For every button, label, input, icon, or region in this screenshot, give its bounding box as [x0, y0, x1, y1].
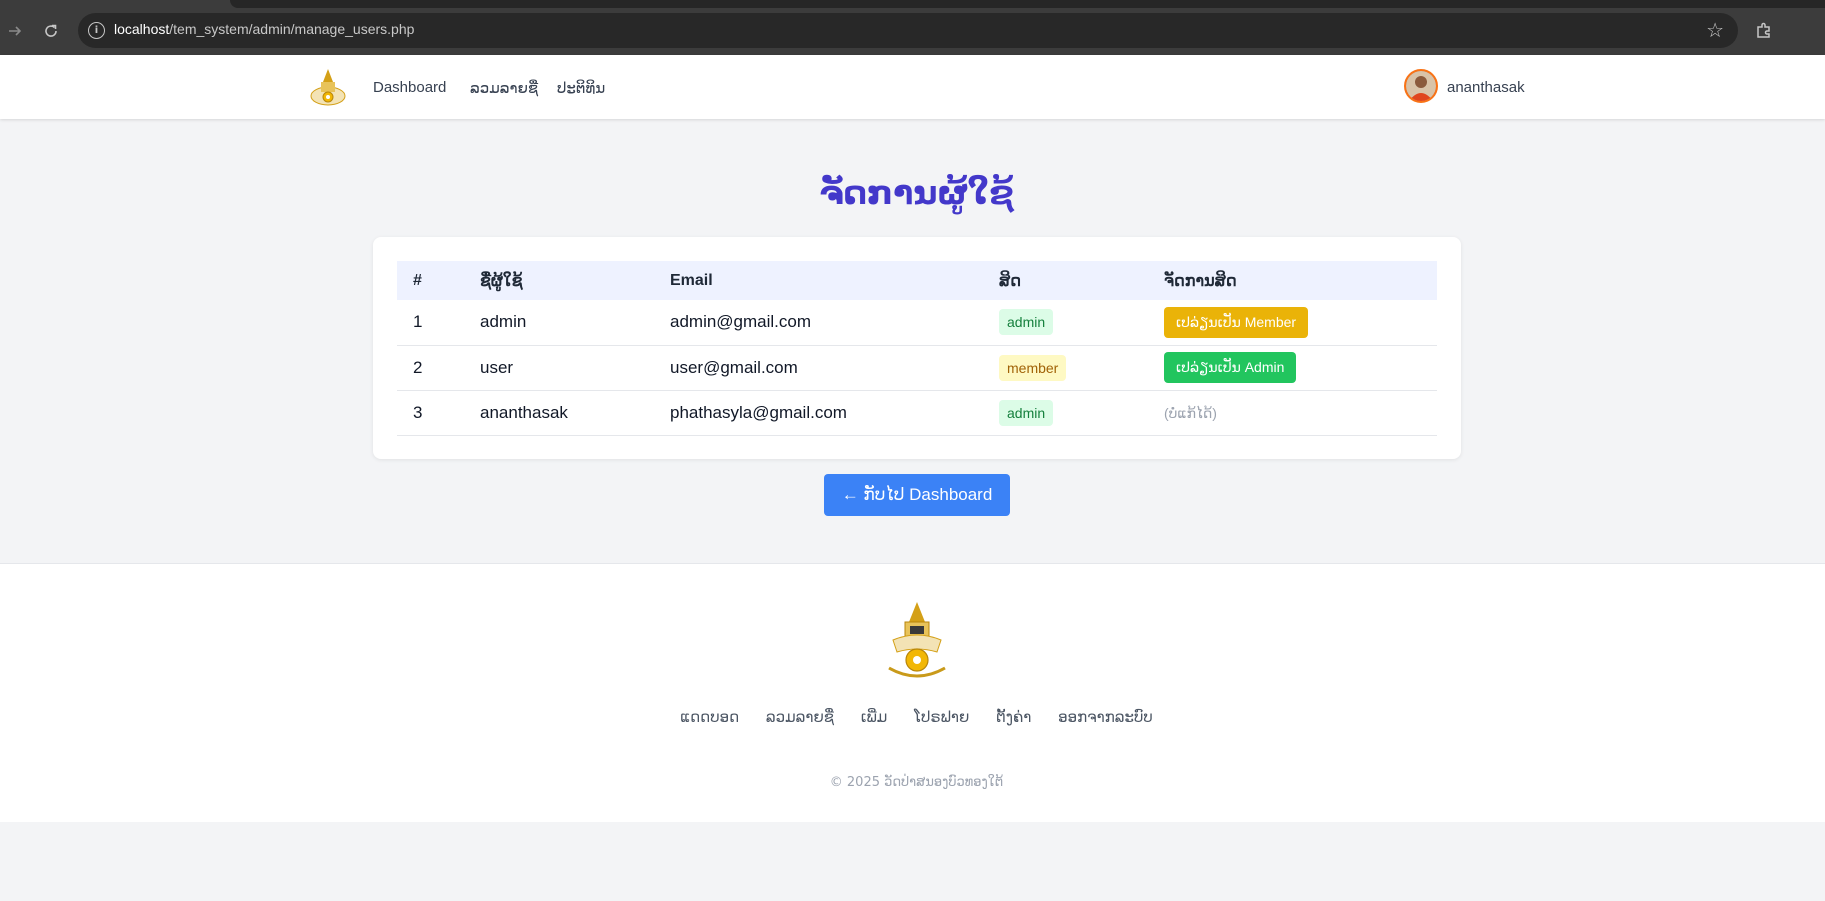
footer-logo — [883, 600, 951, 684]
users-table: # ຊື່ຜູ້ໃຊ້ Email ສິດ ຈັດການສິດ 1 admin … — [397, 261, 1437, 436]
nav-link-dashboard[interactable]: Dashboard — [373, 79, 446, 96]
footer-link-logout[interactable]: ອອກຈາກລະບົບ — [1058, 708, 1153, 726]
change-to-admin-button[interactable]: ເປລ່ຽນເປັນ Admin — [1164, 352, 1297, 383]
row-number: 2 — [413, 357, 423, 377]
nav-username[interactable]: ananthasak — [1447, 79, 1525, 96]
change-to-member-button[interactable]: ເປລ່ຽນເປັນ Member — [1164, 306, 1309, 338]
header-manage-role: ຈັດການສິດ — [1164, 272, 1237, 290]
role-badge: admin — [999, 399, 1054, 426]
role-badge: member — [999, 354, 1067, 381]
tab-strip — [230, 0, 1825, 8]
nav-link-list[interactable]: ລວມລາຍຊື່ — [470, 79, 538, 97]
row-number: 1 — [413, 312, 423, 332]
top-navbar: Dashboard ລວມລາຍຊື່ ປະຕິທິນ ananthasak — [0, 55, 1825, 119]
site-info-icon[interactable]: i — [88, 22, 105, 39]
row-action: ເປລ່ຽນເປັນ Admin — [1148, 345, 1437, 390]
row-role: admin — [983, 390, 1148, 435]
footer-link-list[interactable]: ລວມລາຍຊື່ — [766, 708, 834, 726]
row-username: admin — [480, 312, 527, 332]
header-email: Email — [670, 271, 713, 289]
footer-link-settings[interactable]: ຕັ້ງຄ່າ — [996, 708, 1031, 726]
not-editable-label: (ບໍ່ແກ້ໄດ້) — [1164, 404, 1217, 421]
table-row: 3 ananthasak phathasyla@gmail.com admin … — [397, 390, 1437, 435]
footer-links: ແດດບອດ ລວມລາຍຊື່ ເພີ່ມ ໂປຣຟາຍ ຕັ້ງຄ່າ ອອ… — [0, 708, 1825, 726]
site-logo[interactable] — [307, 66, 349, 108]
row-role: member — [983, 345, 1148, 390]
browser-chrome: i localhost/tem_system/admin/manage_user… — [0, 0, 1825, 55]
footer-link-dashboard[interactable]: ແດດບອດ — [680, 708, 739, 726]
extensions-icon[interactable] — [1753, 20, 1775, 42]
table-row: 1 admin admin@gmail.com admin ເປລ່ຽນເປັນ… — [397, 300, 1437, 345]
table-header-row: # ຊື່ຜູ້ໃຊ້ Email ສິດ ຈັດການສິດ — [397, 261, 1437, 300]
footer: ແດດບອດ ລວມລາຍຊື່ ເພີ່ມ ໂປຣຟາຍ ຕັ້ງຄ່າ ອອ… — [0, 563, 1825, 822]
header-username: ຊື່ຜູ້ໃຊ້ — [480, 272, 523, 290]
footer-link-add[interactable]: ເພີ່ມ — [861, 708, 887, 726]
row-email: phathasyla@gmail.com — [670, 402, 847, 422]
table-row: 2 user user@gmail.com member ເປລ່ຽນເປັນ … — [397, 345, 1437, 390]
footer-link-profile[interactable]: ໂປຣຟາຍ — [914, 708, 969, 726]
user-avatar[interactable] — [1404, 69, 1438, 103]
url-text[interactable]: localhost/tem_system/admin/manage_users.… — [114, 21, 414, 37]
row-action: (ບໍ່ແກ້ໄດ້) — [1148, 390, 1437, 435]
row-action: ເປລ່ຽນເປັນ Member — [1148, 300, 1437, 345]
users-card: # ຊື່ຜູ້ໃຊ້ Email ສິດ ຈັດການສິດ 1 admin … — [373, 237, 1461, 459]
bookmark-star-icon[interactable]: ☆ — [1706, 18, 1724, 42]
page-title: ຈັດການຜູ້ໃຊ້ — [819, 173, 1014, 212]
header-number: # — [413, 271, 422, 289]
forward-icon[interactable] — [4, 20, 26, 42]
row-role: admin — [983, 300, 1148, 345]
row-email: admin@gmail.com — [670, 312, 812, 332]
row-email: user@gmail.com — [670, 357, 798, 377]
nav-link-calendar[interactable]: ປະຕິທິນ — [557, 79, 605, 97]
copyright-text: © 2025 ວັດປ່າສນອງບົວທອງໃຕ້ — [829, 775, 1004, 790]
row-username: ananthasak — [480, 402, 568, 422]
row-username: user — [480, 357, 514, 377]
row-number: 3 — [413, 402, 423, 422]
header-role: ສິດ — [999, 272, 1021, 290]
reload-icon[interactable] — [40, 20, 62, 42]
back-to-dashboard-button[interactable]: ← ກັບໄປ Dashboard — [824, 474, 1010, 516]
role-badge: admin — [999, 309, 1054, 336]
address-bar[interactable]: i localhost/tem_system/admin/manage_user… — [78, 13, 1738, 48]
